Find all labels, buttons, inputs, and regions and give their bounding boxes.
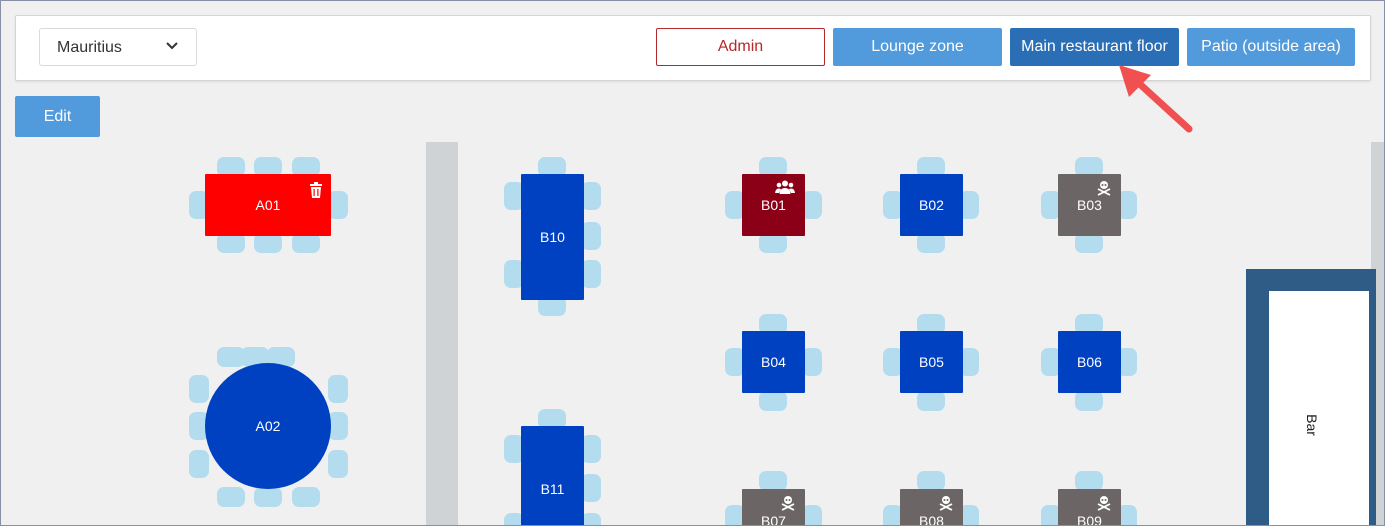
chair — [217, 233, 245, 253]
skull-crossbones-icon — [781, 496, 795, 511]
table-label: A01 — [255, 197, 281, 213]
wall-divider — [426, 142, 458, 525]
table-label: A02 — [255, 418, 281, 434]
table-b06[interactable]: B06 — [1058, 331, 1121, 393]
skull-crossbones-icon — [1097, 181, 1111, 196]
annotation-arrow-icon — [1119, 65, 1193, 133]
bar-label: Bar — [1303, 414, 1320, 436]
table-b05[interactable]: B05 — [900, 331, 963, 393]
chair — [917, 391, 945, 411]
chair — [759, 471, 787, 491]
patio-button[interactable]: Patio (outside area) — [1187, 28, 1355, 66]
chair — [917, 233, 945, 253]
admin-button[interactable]: Admin — [656, 28, 825, 66]
table-b02[interactable]: B02 — [900, 174, 963, 236]
chair — [581, 435, 601, 463]
table-b03[interactable]: B03 — [1058, 174, 1121, 236]
table-label: B07 — [761, 513, 786, 526]
chair — [581, 474, 601, 502]
skull-crossbones-icon — [1097, 496, 1111, 511]
chair — [254, 487, 282, 507]
chair — [1075, 233, 1103, 253]
table-label: B10 — [540, 229, 565, 245]
chair — [802, 191, 822, 219]
chair — [581, 182, 601, 210]
table-label: B08 — [919, 513, 944, 526]
chair — [917, 471, 945, 491]
chair — [328, 412, 348, 440]
table-label: B05 — [919, 354, 944, 370]
table-b08[interactable]: B08 — [900, 489, 963, 526]
location-select-value: Mauritius — [57, 39, 122, 56]
table-label: B06 — [1077, 354, 1102, 370]
location-select[interactable]: Mauritius — [39, 28, 197, 66]
table-label: B03 — [1077, 197, 1102, 213]
chair — [581, 260, 601, 288]
chair — [328, 375, 348, 403]
table-label: B11 — [540, 481, 565, 497]
chair — [802, 505, 822, 525]
table-b01[interactable]: B01 — [742, 174, 805, 236]
chair — [328, 191, 348, 219]
table-b09[interactable]: B09 — [1058, 489, 1121, 526]
chair — [1075, 391, 1103, 411]
chair — [189, 450, 209, 478]
chair — [1075, 471, 1103, 491]
chair — [292, 233, 320, 253]
chair — [328, 450, 348, 478]
chair — [217, 487, 245, 507]
chair — [254, 233, 282, 253]
chair — [292, 487, 320, 507]
chair — [581, 222, 601, 250]
edit-button[interactable]: Edit — [15, 96, 100, 137]
trash-icon[interactable] — [309, 182, 323, 198]
table-b11[interactable]: B11 — [521, 426, 584, 525]
table-label: B09 — [1077, 513, 1102, 526]
table-a01[interactable]: A01 — [205, 174, 331, 236]
chair — [759, 233, 787, 253]
table-label: B02 — [919, 197, 944, 213]
bar-area — [1269, 291, 1369, 525]
lounge-zone-button[interactable]: Lounge zone — [833, 28, 1002, 66]
chair — [759, 391, 787, 411]
chevron-down-icon — [166, 42, 178, 50]
chair — [189, 375, 209, 403]
table-b04[interactable]: B04 — [742, 331, 805, 393]
chair — [802, 348, 822, 376]
floor-plan-frame: Mauritius Admin Lounge zone Main restaur… — [0, 0, 1385, 526]
group-icon — [775, 180, 795, 194]
table-b10[interactable]: B10 — [521, 174, 584, 300]
table-label: B01 — [761, 197, 786, 213]
table-b07[interactable]: B07 — [742, 489, 805, 526]
chair — [581, 513, 601, 525]
table-label: B04 — [761, 354, 786, 370]
table-a02[interactable]: A02 — [205, 363, 331, 489]
skull-crossbones-icon — [939, 496, 953, 511]
